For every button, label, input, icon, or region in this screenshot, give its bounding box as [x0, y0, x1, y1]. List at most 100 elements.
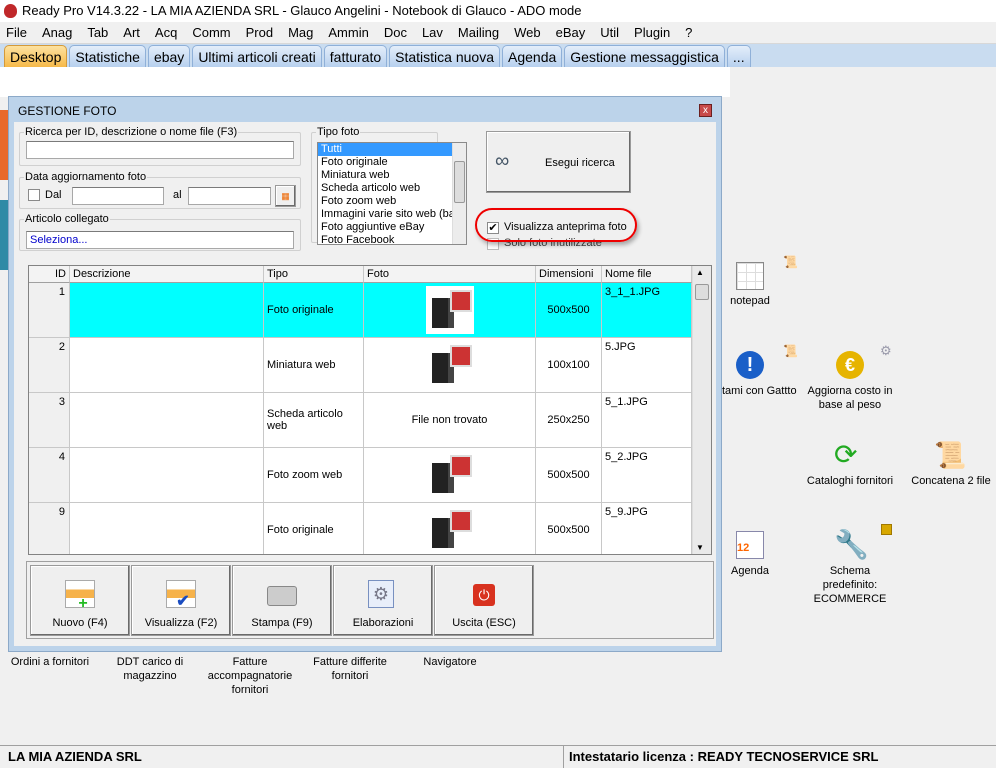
tab-statistica-nuova[interactable]: Statistica nuova	[389, 45, 500, 67]
tipo-option[interactable]: Foto aggiuntive eBay	[318, 221, 466, 234]
menu-tab[interactable]: Tab	[87, 22, 108, 43]
menu-help[interactable]: ?	[685, 22, 692, 43]
table-row[interactable]: 4 Foto zoom web 500x500 5_2.JPG	[29, 448, 692, 503]
product-photo-thumbnail[interactable]	[425, 286, 474, 334]
esegui-ricerca-button[interactable]: ∞ Esegui ricerca	[486, 131, 631, 193]
cell-nome-file: 3_1_1.JPG	[602, 283, 692, 337]
tipo-option[interactable]: Tutti	[318, 143, 466, 156]
desktop-ordini-fornitori[interactable]: Ordini a fornitori	[8, 655, 92, 669]
tipo-option[interactable]: Immagini varie sito web (ban	[318, 208, 466, 221]
col-header-foto[interactable]: Foto	[364, 266, 536, 283]
menu-art[interactable]: Art	[123, 22, 140, 43]
product-photo-thumbnail[interactable]	[425, 506, 474, 554]
menu-plugin[interactable]: Plugin	[634, 22, 670, 43]
desktop-agenda[interactable]: Agenda	[720, 564, 780, 578]
col-header-id[interactable]: ID	[29, 266, 70, 283]
product-photo-thumbnail[interactable]	[425, 341, 474, 389]
photo-grid: ID Descrizione Tipo Foto Dimensioni Nome…	[28, 265, 712, 555]
col-header-nome-file[interactable]: Nome file	[602, 266, 692, 283]
col-header-tipo[interactable]: Tipo	[264, 266, 364, 283]
menu-ebay[interactable]: eBay	[556, 22, 586, 43]
menu-util[interactable]: Util	[600, 22, 619, 43]
col-header-dimensioni[interactable]: Dimensioni	[536, 266, 602, 283]
visualizza-button[interactable]: ✔ Visualizza (F2)	[131, 565, 231, 636]
menu-lav[interactable]: Lav	[422, 22, 443, 43]
table-row[interactable]: 9 Foto originale 500x500 5_9.JPG	[29, 503, 692, 554]
tipo-option[interactable]: Foto zoom web	[318, 195, 466, 208]
nuovo-button[interactable]: + Nuovo (F4)	[30, 565, 130, 636]
tab-agenda[interactable]: Agenda	[502, 45, 563, 67]
tab-gestione-messaggistica[interactable]: Gestione messaggistica	[564, 45, 725, 67]
calendar-button[interactable]: ▦	[275, 185, 296, 207]
tipo-list-scrollbar[interactable]	[452, 143, 466, 244]
scroll-thumb[interactable]	[695, 284, 709, 300]
table-row[interactable]: 3 Scheda articolo web File non trovato 250x…	[29, 393, 692, 448]
tab-desktop[interactable]: Desktop	[4, 45, 68, 67]
menu-web[interactable]: Web	[514, 22, 541, 43]
window-title: Ready Pro V14.3.22 - LA MIA AZIENDA SRL …	[22, 3, 582, 18]
scroll-thumb[interactable]	[454, 161, 465, 203]
al-label: al	[173, 189, 182, 201]
dal-date-input[interactable]	[72, 187, 164, 205]
printer-icon	[267, 586, 297, 606]
menu-comm[interactable]: Comm	[192, 22, 230, 43]
status-company: LA MIA AZIENDA SRL	[8, 749, 142, 764]
cell-descrizione	[70, 503, 264, 554]
menu-mag[interactable]: Mag	[288, 22, 313, 43]
status-bar: LA MIA AZIENDA SRL Intestatario licenza …	[0, 745, 996, 768]
cube-badge-icon	[881, 524, 892, 535]
elaborazioni-button[interactable]: ⚙ Elaborazioni	[333, 565, 433, 636]
product-photo-thumbnail[interactable]	[425, 451, 474, 499]
menu-acq[interactable]: Acq	[155, 22, 177, 43]
menu-file[interactable]: File	[6, 22, 27, 43]
tab-ultimi-articoli[interactable]: Ultimi articoli creati	[192, 45, 322, 67]
cell-foto	[364, 283, 536, 337]
tab-more[interactable]: ...	[726, 45, 751, 67]
tab-ebay[interactable]: ebay	[147, 45, 191, 67]
menu-anag[interactable]: Anag	[42, 22, 72, 43]
desktop-notepad[interactable]: notepad	[720, 294, 780, 308]
script-badge-icon: 📜	[783, 255, 798, 269]
script-badge-icon: 📜	[783, 344, 798, 358]
tab-fatturato[interactable]: fatturato	[323, 45, 388, 67]
tipo-option[interactable]: Scheda articolo web	[318, 182, 466, 195]
table-row[interactable]: 2 Miniatura web 100x100 5.JPG	[29, 338, 692, 393]
stampa-button[interactable]: Stampa (F9)	[232, 565, 332, 636]
col-header-descrizione[interactable]: Descrizione	[70, 266, 264, 283]
table-row[interactable]: 1 Foto originale 500x500 3_1_1.JPG	[29, 283, 692, 338]
tab-statistiche[interactable]: Statistiche	[69, 45, 146, 67]
menu-prod[interactable]: Prod	[246, 22, 273, 43]
grid-scrollbar[interactable]: ▲ ▼	[692, 266, 711, 554]
dal-checkbox[interactable]	[28, 189, 40, 201]
desktop-navigatore[interactable]: Navigatore	[410, 655, 490, 669]
search-input[interactable]	[26, 141, 294, 159]
scroll-down-icon[interactable]: ▼	[696, 543, 704, 552]
uscita-button[interactable]: ⏻ Uscita (ESC)	[434, 565, 534, 636]
desktop-aggiorna-costo[interactable]: Aggiorna costo in base al peso	[800, 384, 900, 412]
desktop-fatture-accompagnatorie[interactable]: Fatture accompagnatorie fornitori	[204, 655, 296, 697]
tipo-option[interactable]: Foto originale	[318, 156, 466, 169]
search-legend: Ricerca per ID, descrizione o nome file …	[25, 126, 238, 138]
cell-descrizione	[70, 283, 264, 337]
menu-doc[interactable]: Doc	[384, 22, 407, 43]
tipo-option[interactable]: Foto Facebook	[318, 234, 466, 244]
desktop-ddt-carico[interactable]: DDT carico di magazzino	[108, 655, 192, 683]
close-button[interactable]: x	[699, 104, 712, 117]
tipo-option[interactable]: Miniatura web	[318, 169, 466, 182]
al-date-input[interactable]	[188, 187, 271, 205]
menu-mailing[interactable]: Mailing	[458, 22, 499, 43]
scroll-up-icon[interactable]: ▲	[696, 268, 704, 277]
cell-dimensioni: 100x100	[536, 338, 602, 392]
articolo-select[interactable]: Seleziona...	[26, 231, 294, 249]
highlight-annotation-ring	[475, 208, 637, 242]
desktop-tami-con-gattto[interactable]: tami con Gattto	[722, 384, 802, 398]
tipo-foto-list[interactable]: Tutti Foto originale Miniatura web Sched…	[317, 142, 467, 245]
agenda-icon: 12	[736, 531, 764, 559]
desktop-fatture-differite[interactable]: Fatture differite fornitori	[308, 655, 392, 683]
desktop-cataloghi-fornitori[interactable]: Cataloghi fornitori	[800, 474, 900, 488]
menu-ammin[interactable]: Ammin	[328, 22, 368, 43]
desktop-schema-predefinito[interactable]: Schema predefinito: ECOMMERCE	[805, 564, 895, 606]
power-icon: ⏻	[473, 584, 495, 606]
cell-id: 1	[29, 283, 70, 337]
desktop-concatena-2-file[interactable]: Concatena 2 file	[906, 474, 996, 488]
